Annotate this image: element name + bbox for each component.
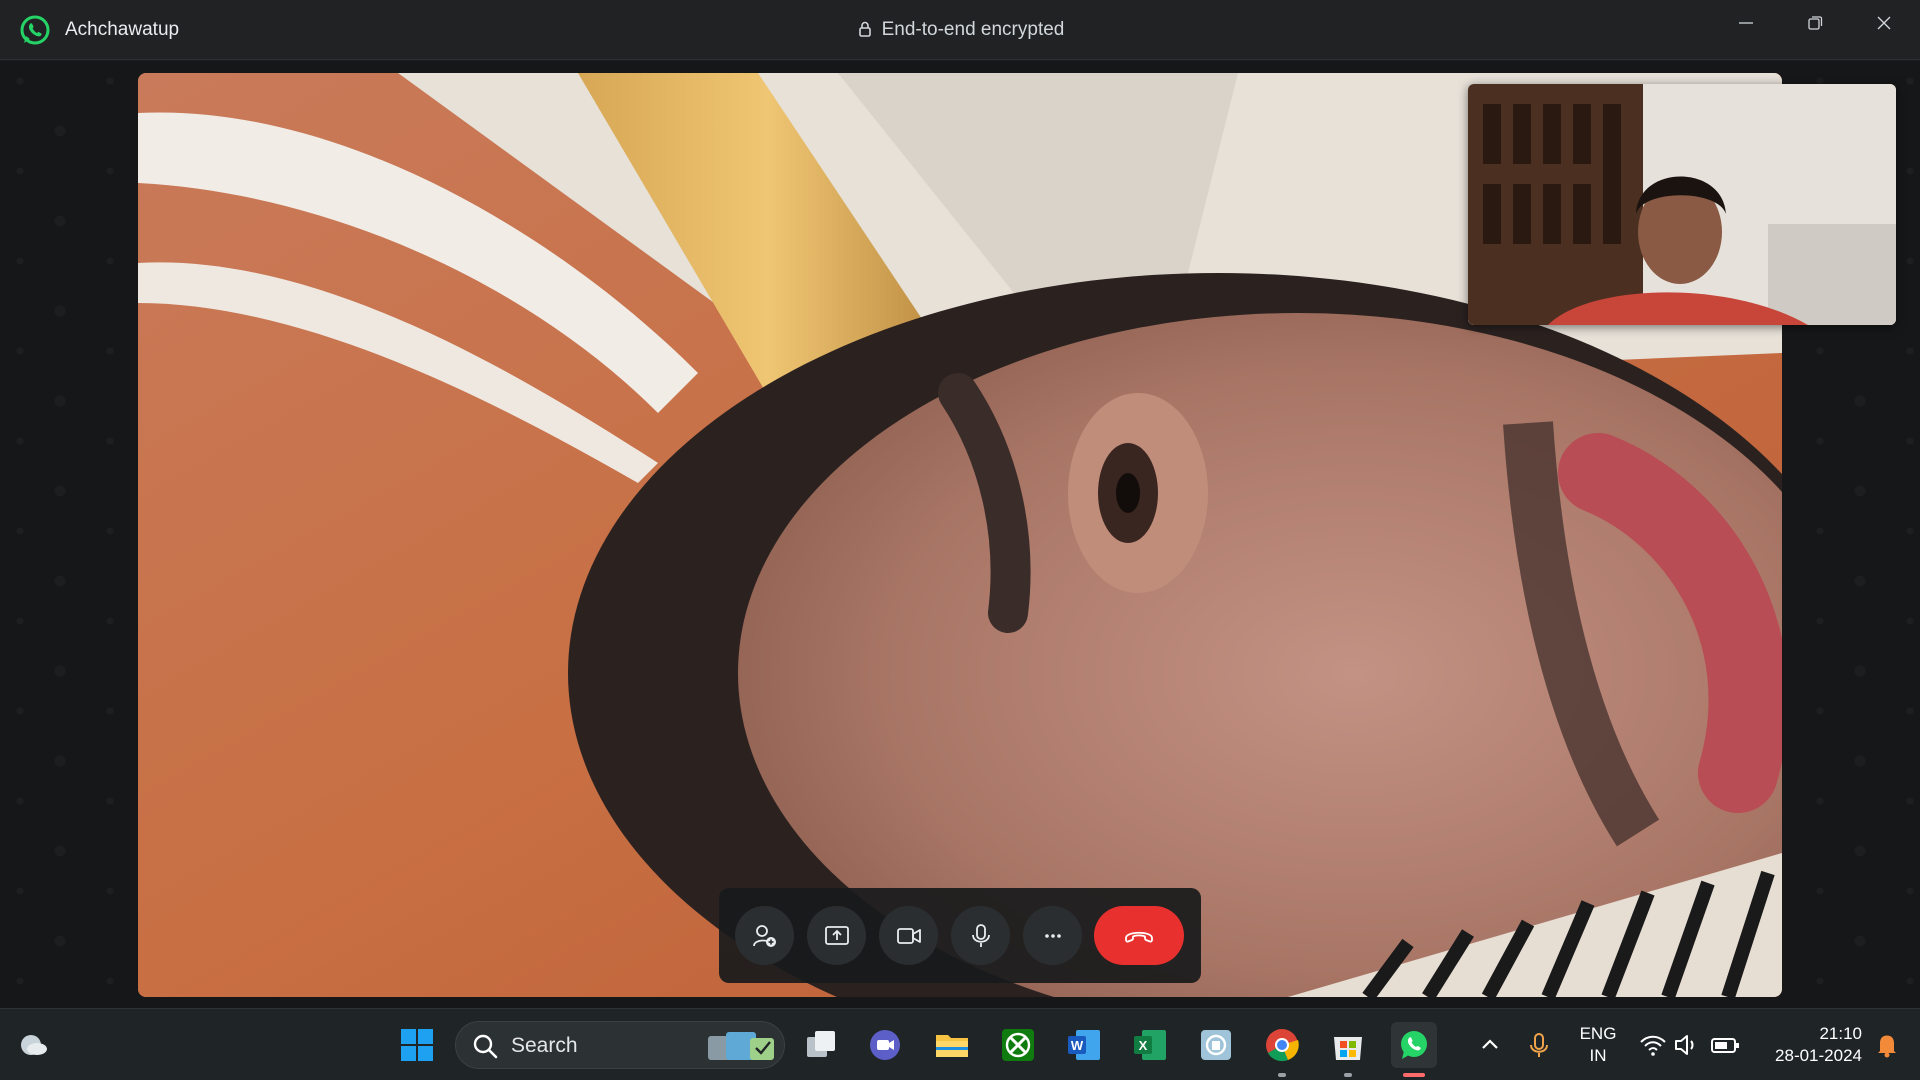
restore-button[interactable]: [1781, 0, 1849, 46]
language-code: ENG: [1579, 1024, 1617, 1043]
battery-status[interactable]: [1702, 1022, 1748, 1068]
notification-center[interactable]: [1864, 1022, 1910, 1068]
microphone-in-use[interactable]: [1516, 1022, 1562, 1068]
add-person-icon: [752, 924, 776, 947]
chevron-up-icon: [1482, 1039, 1498, 1049]
taskbar-app-xbox[interactable]: [995, 1022, 1041, 1068]
add-participant-button[interactable]: [735, 906, 794, 965]
call-area: [0, 61, 1920, 1008]
start-button[interactable]: [394, 1022, 440, 1068]
running-indicator: [1278, 1073, 1286, 1077]
clock-time: 21:10: [1819, 1024, 1862, 1043]
search-icon: [473, 1034, 498, 1059]
self-video-preview[interactable]: [1468, 84, 1896, 325]
task-view-button[interactable]: [798, 1022, 844, 1068]
taskbar: Search W X ENG IN 21:10 28-01-2024: [0, 1008, 1920, 1080]
share-screen-button[interactable]: [807, 906, 866, 965]
whatsapp-icon: [1401, 1031, 1427, 1059]
video-toggle-button[interactable]: [879, 906, 938, 965]
running-indicator: [1344, 1073, 1352, 1077]
microphone-tray-icon: [1530, 1033, 1548, 1057]
xbox-icon: [1002, 1029, 1034, 1061]
end-call-button[interactable]: [1094, 906, 1184, 965]
encryption-status: End-to-end encrypted: [0, 19, 1920, 41]
input-language[interactable]: ENG IN: [1568, 1023, 1628, 1067]
excel-icon: X: [1134, 1030, 1166, 1060]
taskbar-app-excel[interactable]: X: [1127, 1022, 1173, 1068]
store-icon: [1334, 1037, 1362, 1060]
battery-icon: [1711, 1038, 1739, 1053]
more-options-button[interactable]: [1023, 906, 1082, 965]
chrome-icon: [1266, 1029, 1299, 1062]
svg-text:X: X: [1139, 1038, 1148, 1053]
svg-text:W: W: [1071, 1038, 1084, 1053]
taskbar-app-word[interactable]: W: [1061, 1022, 1107, 1068]
restore-icon: [1808, 16, 1823, 30]
self-video-image: [1468, 84, 1896, 325]
close-icon: [1877, 16, 1891, 30]
speaker-icon: [1675, 1035, 1694, 1055]
search-highlight-icon: [708, 1032, 774, 1060]
minimize-icon: [1739, 22, 1753, 24]
notification-bell-icon: [1878, 1035, 1896, 1058]
show-hidden-icons-button[interactable]: [1467, 1022, 1513, 1068]
clock[interactable]: 21:10 28-01-2024: [1752, 1023, 1862, 1067]
search-placeholder: Search: [511, 1034, 578, 1057]
title-bar: Achchawatup End-to-end encrypted: [0, 0, 1920, 60]
taskbar-search[interactable]: Search: [455, 1021, 785, 1069]
call-controls: [719, 888, 1201, 983]
microphone-icon: [971, 923, 990, 947]
taskbar-app-file-explorer[interactable]: [929, 1022, 975, 1068]
lock-icon: [858, 21, 871, 37]
word-icon: W: [1068, 1030, 1100, 1060]
taskbar-app-chrome[interactable]: [1259, 1022, 1305, 1077]
mute-button[interactable]: [951, 906, 1010, 965]
share-screen-icon: [824, 925, 849, 945]
weather-cloud-icon: [21, 1035, 47, 1055]
taskbar-app-whatsapp[interactable]: [1391, 1022, 1437, 1077]
encryption-label: End-to-end encrypted: [881, 19, 1065, 40]
active-indicator: [1403, 1073, 1425, 1077]
region-code: IN: [1589, 1046, 1607, 1065]
weather-widget[interactable]: [10, 1022, 56, 1068]
taskbar-app-store[interactable]: [1325, 1022, 1371, 1077]
remote-icon: [1201, 1030, 1231, 1060]
clock-date: 28-01-2024: [1775, 1046, 1862, 1065]
meet-icon: [870, 1030, 900, 1060]
windows-start-icon: [401, 1029, 433, 1061]
more-icon: [1044, 933, 1061, 938]
taskbar-app-remote[interactable]: [1193, 1022, 1239, 1068]
close-button[interactable]: [1850, 0, 1918, 46]
minimize-button[interactable]: [1712, 0, 1780, 46]
taskbar-app-meet[interactable]: [862, 1022, 908, 1068]
end-call-icon: [1125, 931, 1153, 943]
file-explorer-icon: [936, 1035, 968, 1057]
task-view-icon: [807, 1031, 835, 1057]
video-camera-icon: [896, 927, 921, 944]
